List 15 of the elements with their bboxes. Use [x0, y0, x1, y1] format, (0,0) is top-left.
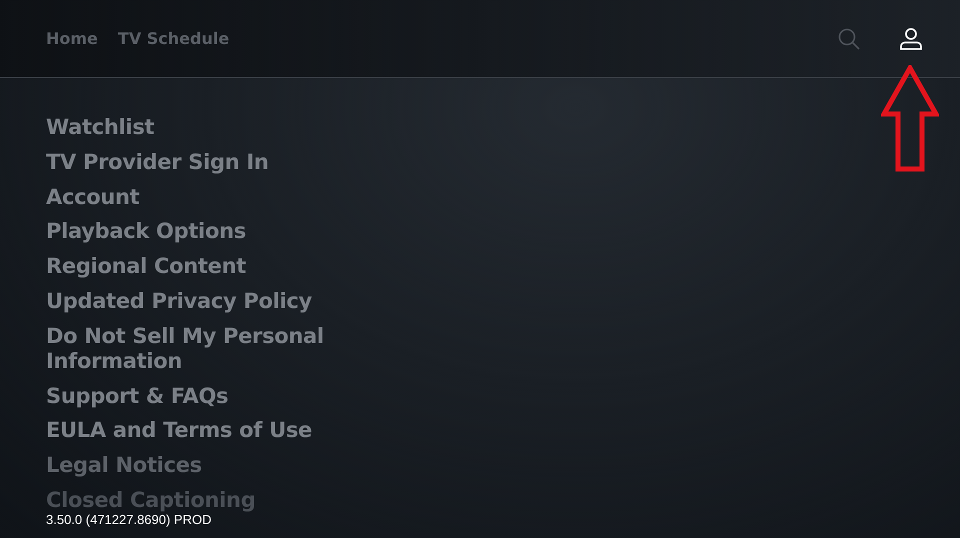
menu-item[interactable]: Closed Captioning: [46, 488, 346, 513]
menu-item[interactable]: Legal Notices: [46, 453, 346, 478]
menu-item[interactable]: EULA and Terms of Use: [46, 418, 346, 444]
version-text: 3.50.0 (471227.8690) PROD: [46, 512, 212, 527]
menu-item[interactable]: TV Provider Sign In: [46, 150, 346, 175]
nav-link[interactable]: TV Schedule: [118, 29, 230, 48]
menu-item[interactable]: Playback Options: [46, 219, 346, 244]
menu-item[interactable]: Updated Privacy Policy: [46, 288, 346, 314]
menu-item[interactable]: Do Not Sell My Personal Information: [46, 324, 346, 374]
menu-item[interactable]: Account: [46, 184, 346, 210]
menu-item[interactable]: Regional Content: [46, 254, 346, 280]
menu-item[interactable]: Watchlist: [46, 115, 346, 140]
menu-item[interactable]: Support & FAQs: [46, 384, 346, 409]
nav-link[interactable]: Home: [46, 29, 98, 48]
profile-icon[interactable]: [900, 28, 922, 50]
